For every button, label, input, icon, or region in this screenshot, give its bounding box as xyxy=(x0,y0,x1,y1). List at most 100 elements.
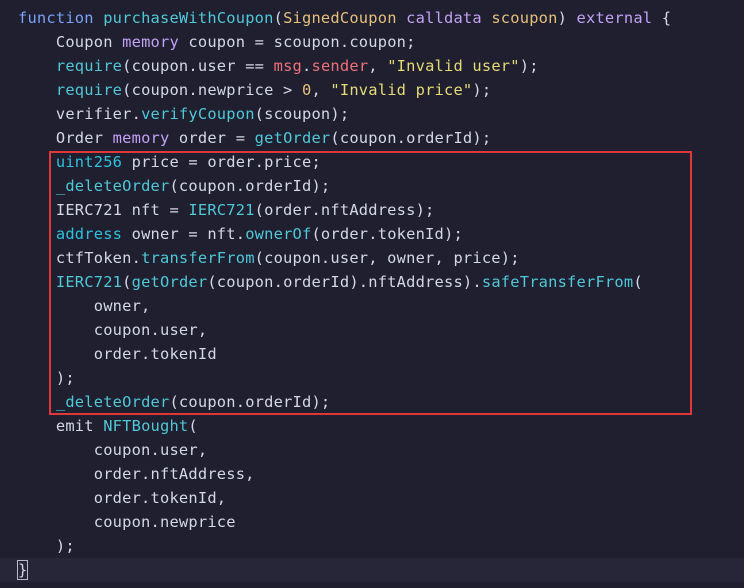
code-token: ownerOf xyxy=(245,225,312,243)
code-token: (scoupon); xyxy=(254,105,350,123)
code-token: coupon = scoupon.coupon; xyxy=(178,33,416,51)
code-token: (coupon.newprice > xyxy=(122,81,302,99)
code-token: ( xyxy=(633,273,643,291)
code-line[interactable]: require(coupon.user == msg.sender, "Inva… xyxy=(18,54,744,78)
code-token: NFTBought xyxy=(103,417,189,435)
code-token: uint256 xyxy=(55,153,123,171)
code-line[interactable]: ); xyxy=(18,366,744,390)
code-line[interactable]: coupon.user, xyxy=(18,438,744,462)
code-token: price = order.price; xyxy=(122,153,321,171)
code-token: (coupon.orderId).nftAddress). xyxy=(207,273,482,291)
code-token: ctfToken. xyxy=(18,249,142,267)
code-area[interactable]: function purchaseWithCoupon(SignedCoupon… xyxy=(18,6,744,558)
code-token: memory xyxy=(122,33,179,51)
code-line[interactable]: IERC721(getOrder(coupon.orderId).nftAddr… xyxy=(18,270,744,294)
code-token: IERC721 xyxy=(188,201,255,219)
code-line[interactable]: ctfToken.transferFrom(coupon.user, owner… xyxy=(18,246,744,270)
code-token: memory xyxy=(112,129,170,147)
code-token: SignedCoupon xyxy=(283,9,397,27)
code-token: function xyxy=(18,9,104,27)
code-line[interactable]: verifier.verifyCoupon(scoupon); xyxy=(18,102,744,126)
code-token: { xyxy=(652,9,672,27)
code-token: ); xyxy=(18,537,75,555)
code-token: sender xyxy=(311,57,369,75)
code-token: calldata xyxy=(406,9,482,27)
code-token: require xyxy=(55,57,123,75)
code-token: order = xyxy=(169,129,255,147)
code-token: (order.tokenId); xyxy=(311,225,463,243)
code-line[interactable]: require(coupon.newprice > 0, "Invalid pr… xyxy=(18,78,744,102)
code-token: (coupon.orderId); xyxy=(169,177,331,195)
code-token: order.nftAddress, xyxy=(18,465,255,483)
code-line[interactable]: coupon.newprice xyxy=(18,510,744,534)
code-token: safeTransferFrom xyxy=(481,273,634,291)
code-token: order.tokenId xyxy=(18,345,217,363)
code-line[interactable]: Order memory order = getOrder(coupon.ord… xyxy=(18,126,744,150)
code-token: IERC721 xyxy=(55,273,123,291)
current-line-highlight xyxy=(0,558,744,582)
code-token: order.tokenId, xyxy=(18,489,227,507)
code-line[interactable]: owner, xyxy=(18,294,744,318)
code-token: external xyxy=(576,9,653,27)
code-line[interactable]: ); xyxy=(18,534,744,558)
code-token: scoupon xyxy=(491,9,558,27)
code-token: "Invalid user" xyxy=(387,57,520,75)
code-line[interactable]: Coupon memory coupon = scoupon.coupon; xyxy=(18,30,744,54)
code-token: msg xyxy=(273,57,303,75)
code-token: (order.nftAddress); xyxy=(254,201,435,219)
code-token: _deleteOrder xyxy=(55,393,170,411)
code-line[interactable]: _deleteOrder(coupon.orderId); xyxy=(18,174,744,198)
code-token: transferFrom xyxy=(141,249,255,267)
code-token: ); xyxy=(519,57,539,75)
code-line[interactable]: function purchaseWithCoupon(SignedCoupon… xyxy=(18,6,744,30)
code-token: , xyxy=(368,57,388,75)
code-line[interactable]: address owner = nft.ownerOf(order.tokenI… xyxy=(18,222,744,246)
code-token: "Invalid price" xyxy=(330,81,473,99)
code-token: require xyxy=(55,81,123,99)
code-token: verifier. xyxy=(18,105,142,123)
code-token: ) xyxy=(557,9,577,27)
code-token: (coupon.user == xyxy=(122,57,274,75)
code-line[interactable]: coupon.user, xyxy=(18,318,744,342)
code-token: coupon.user, xyxy=(18,441,208,459)
code-line[interactable]: uint256 price = order.price; xyxy=(18,150,744,174)
code-token: owner, xyxy=(18,297,151,315)
code-token: address xyxy=(55,225,123,243)
code-token: ( xyxy=(122,273,132,291)
closing-brace: } xyxy=(16,560,29,580)
code-token: Coupon xyxy=(18,33,123,51)
code-token: ( xyxy=(188,417,198,435)
code-token: owner = nft. xyxy=(122,225,246,243)
closing-brace-line[interactable]: } xyxy=(16,558,29,582)
code-token: ( xyxy=(273,9,284,27)
code-token: ); xyxy=(18,369,75,387)
code-line[interactable]: order.nftAddress, xyxy=(18,462,744,486)
code-token: getOrder xyxy=(131,273,208,291)
code-line[interactable]: _deleteOrder(coupon.orderId); xyxy=(18,390,744,414)
code-token: (coupon.orderId); xyxy=(169,393,331,411)
code-token: verifyCoupon xyxy=(141,105,255,123)
code-editor[interactable]: function purchaseWithCoupon(SignedCoupon… xyxy=(0,0,744,588)
code-token: , xyxy=(311,81,331,99)
code-token: getOrder xyxy=(254,129,331,147)
code-token: (coupon.user, owner, price); xyxy=(254,249,520,267)
code-token: purchaseWithCoupon xyxy=(103,9,274,27)
code-token: coupon.newprice xyxy=(18,513,236,531)
code-token: coupon.user, xyxy=(18,321,208,339)
code-line[interactable]: order.tokenId xyxy=(18,342,744,366)
code-line[interactable]: IERC721 nft = IERC721(order.nftAddress); xyxy=(18,198,744,222)
code-token: IERC721 nft = xyxy=(18,201,189,219)
code-token: emit xyxy=(18,417,104,435)
code-line[interactable]: emit NFTBought( xyxy=(18,414,744,438)
code-token: ); xyxy=(472,81,492,99)
code-line[interactable]: order.tokenId, xyxy=(18,486,744,510)
